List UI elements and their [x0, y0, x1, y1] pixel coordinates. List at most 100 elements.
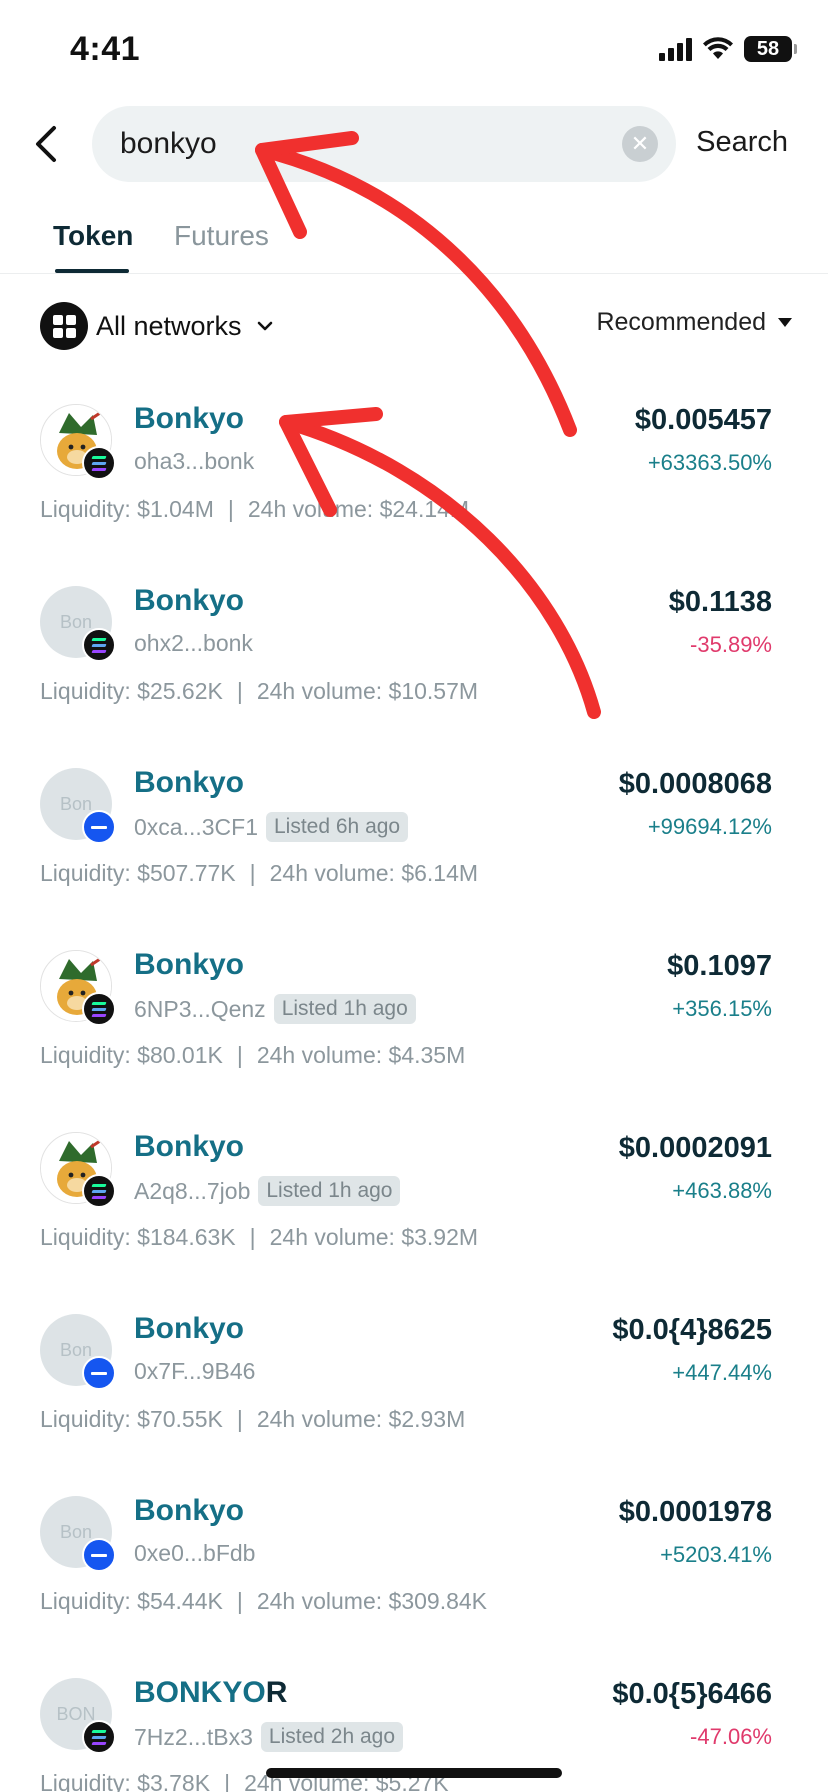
token-address-line: 7Hz2...tBx3 Listed 2h ago	[134, 1722, 403, 1752]
search-box[interactable]: ✕	[92, 106, 676, 182]
token-price: $0.0001978	[618, 1496, 772, 1528]
token-name-match: Bonkyo	[134, 402, 245, 435]
clear-search-icon[interactable]: ✕	[622, 126, 658, 162]
tab-futures[interactable]: Futures	[174, 220, 269, 252]
token-price: $0.0{5}6466	[612, 1678, 772, 1710]
token-address-line: ohx2...bonk	[134, 630, 253, 657]
token-stats: Liquidity: $184.63K | 24h volume: $3.92M	[40, 1224, 478, 1251]
stat-divider: |	[236, 1042, 243, 1068]
stat-divider: |	[224, 1770, 231, 1792]
network-filter-dropdown[interactable]: All networks	[40, 302, 276, 350]
price-change: +463.88%	[672, 1178, 772, 1203]
liquidity-value: Liquidity: $54.44K	[40, 1588, 223, 1614]
chevron-down-icon	[257, 321, 272, 331]
token-stats: Liquidity: $54.44K | 24h volume: $309.84K	[40, 1588, 487, 1615]
token-stats: Liquidity: $25.62K | 24h volume: $10.57M	[40, 678, 478, 705]
base-chain-icon	[82, 1356, 116, 1390]
liquidity-value: Liquidity: $70.55K	[40, 1406, 223, 1432]
solana-chain-icon	[82, 446, 116, 480]
sort-label: Recommended	[596, 308, 766, 336]
volume-value: 24h volume: $4.35M	[256, 1042, 466, 1068]
price-change: -35.89%	[690, 632, 772, 657]
status-bar: 4:41 58	[0, 0, 828, 100]
volume-value: 24h volume: $24.14M	[247, 496, 470, 522]
all-networks-icon	[40, 302, 88, 350]
token-name-match: Bonkyo	[134, 1494, 245, 1527]
solana-chain-icon	[82, 992, 116, 1026]
token-price: $0.005457	[634, 404, 772, 436]
token-address-line: 0x7F...9B46	[134, 1358, 255, 1385]
active-tab-indicator	[55, 269, 129, 273]
token-name-match: Bonkyo	[134, 766, 245, 799]
stat-divider: |	[227, 496, 234, 522]
stat-divider: |	[236, 1406, 243, 1432]
tab-token[interactable]: Token	[53, 220, 133, 252]
token-price: $0.0{4}8625	[612, 1314, 772, 1346]
sort-dropdown[interactable]: Recommended	[596, 308, 792, 337]
token-row[interactable]: Bonkyo 6NP3...Qenz Listed 1h ago Liquidity:…	[0, 926, 828, 1108]
price-change: +5203.41%	[660, 1542, 772, 1567]
price-change: +63363.50%	[647, 450, 772, 475]
liquidity-value: Liquidity: $184.63K	[40, 1224, 236, 1250]
token-row[interactable]: Bon Bonkyo 0xca...3CF1 Listed 6h ago Liquidi…	[0, 744, 828, 926]
search-button[interactable]: Search	[696, 126, 788, 159]
network-filter-label: All networks	[96, 310, 242, 341]
token-list: Bonkyo oha3...bonk Liquidity: $1.04M | 24h v…	[0, 380, 828, 1792]
token-address: 0xca...3CF1	[134, 813, 258, 840]
token-name: BONKYOR	[134, 1676, 287, 1710]
token-name-match: BONKYO	[134, 1676, 266, 1709]
token-address-line: 0xca...3CF1 Listed 6h ago	[134, 812, 409, 842]
stat-divider: |	[249, 1224, 256, 1250]
status-time: 4:41	[70, 30, 141, 68]
liquidity-value: Liquidity: $80.01K	[40, 1042, 223, 1068]
search-header: ✕ Search	[0, 104, 828, 184]
token-stats: Liquidity: $1.04M | 24h volume: $24.14M	[40, 496, 469, 523]
solana-chain-icon	[82, 1174, 116, 1208]
liquidity-value: Liquidity: $25.62K	[40, 678, 223, 704]
listed-badge: Listed 1h ago	[273, 994, 416, 1024]
volume-value: 24h volume: $2.93M	[256, 1406, 466, 1432]
token-price: $0.0002091	[618, 1132, 772, 1164]
base-chain-icon	[82, 810, 116, 844]
volume-value: 24h volume: $6.14M	[269, 860, 479, 886]
liquidity-value: Liquidity: $507.77K	[40, 860, 236, 886]
token-stats: Liquidity: $70.55K | 24h volume: $2.93M	[40, 1406, 465, 1433]
token-address-line: 6NP3...Qenz Listed 1h ago	[134, 994, 416, 1024]
token-row[interactable]: Bon Bonkyo 0xe0...bFdb Liquidity: $54.44K | 2…	[0, 1472, 828, 1654]
token-name-match: Bonkyo	[134, 1312, 245, 1345]
back-button[interactable]	[24, 118, 72, 170]
liquidity-value: Liquidity: $1.04M	[40, 496, 214, 522]
token-name-rest: R	[265, 1676, 288, 1709]
token-row[interactable]: Bon Bonkyo 0x7F...9B46 Liquidity: $70.55K | 2…	[0, 1290, 828, 1472]
token-address-line: 0xe0...bFdb	[134, 1540, 255, 1567]
home-indicator	[266, 1768, 562, 1778]
wifi-icon	[703, 37, 733, 59]
token-address-line: oha3...bonk	[134, 448, 254, 475]
status-icons: 58	[659, 36, 797, 62]
battery-icon: 58	[744, 36, 797, 62]
solana-chain-icon	[82, 628, 116, 662]
token-row[interactable]: Bon Bonkyo ohx2...bonk Liquidity: $25.62K | 2…	[0, 562, 828, 744]
listed-badge: Listed 6h ago	[266, 812, 409, 842]
token-address: 0x7F...9B46	[134, 1358, 256, 1384]
search-input[interactable]	[120, 118, 600, 170]
token-stats: Liquidity: $80.01K | 24h volume: $4.35M	[40, 1042, 465, 1069]
filter-row: All networks Recommended	[0, 300, 828, 350]
chevron-left-icon	[36, 126, 56, 162]
token-address: 7Hz2...tBx3	[134, 1723, 253, 1750]
token-price: $0.0008068	[618, 768, 772, 800]
volume-value: 24h volume: $3.92M	[269, 1224, 479, 1250]
token-address: ohx2...bonk	[134, 630, 253, 656]
price-change: +356.15%	[672, 996, 772, 1021]
token-name: Bonkyo	[134, 766, 244, 800]
token-price: $0.1138	[668, 586, 772, 618]
stat-divider: |	[236, 678, 243, 704]
token-name-match: Bonkyo	[134, 584, 245, 617]
cellular-signal-icon	[659, 37, 692, 61]
token-name-match: Bonkyo	[134, 948, 245, 981]
token-row[interactable]: Bonkyo oha3...bonk Liquidity: $1.04M | 24h v…	[0, 380, 828, 562]
solana-chain-icon	[82, 1720, 116, 1754]
listed-badge: Listed 2h ago	[260, 1722, 403, 1752]
caret-down-icon	[778, 318, 792, 327]
token-row[interactable]: Bonkyo A2q8...7job Listed 1h ago Liquidity:…	[0, 1108, 828, 1290]
